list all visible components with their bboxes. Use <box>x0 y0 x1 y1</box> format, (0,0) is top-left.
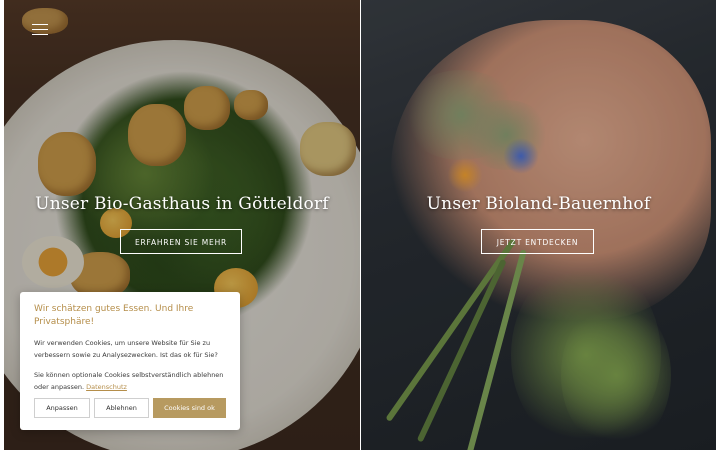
hero-title-restaurant: Unser Bio-Gasthaus in Götteldorf <box>35 194 329 214</box>
hero-panel-farm: Unser Bioland-Bauernhof JETZT ENTDECKEN <box>361 0 716 450</box>
cookie-banner-title: Wir schätzen gutes Essen. Und Ihre Priva… <box>34 303 226 329</box>
hero-title-farm: Unser Bioland-Bauernhof <box>426 194 651 214</box>
cookie-consent-banner: Wir schätzen gutes Essen. Und Ihre Priva… <box>20 292 240 430</box>
reject-cookies-button[interactable]: Ablehnen <box>94 398 149 418</box>
cookie-text-line: Sie können optionale Cookies selbstverst… <box>34 371 224 379</box>
cookie-text-line: oder anpassen. <box>34 383 85 391</box>
learn-more-button[interactable]: ERFAHREN SIE MEHR <box>120 229 242 254</box>
cookie-text-line: Wir verwenden Cookies, um unsere Website… <box>34 339 211 347</box>
cookie-banner-optional-text: Sie können optionale Cookies selbstverst… <box>34 369 226 393</box>
accept-cookies-button[interactable]: Cookies sind ok <box>153 398 226 418</box>
cookie-title-line: Privatsphäre! <box>34 317 95 327</box>
cookie-text-line: verbessern sowie zu Analysezwecken. Ist … <box>34 351 218 359</box>
privacy-policy-link[interactable]: Datenschutz <box>86 383 127 391</box>
image-overlay <box>361 0 716 450</box>
hamburger-menu-icon[interactable] <box>32 24 48 36</box>
discover-now-button[interactable]: JETZT ENTDECKEN <box>481 229 594 254</box>
cookie-banner-text: Wir verwenden Cookies, um unsere Website… <box>34 337 226 361</box>
customize-cookies-button[interactable]: Anpassen <box>34 398 90 418</box>
cookie-title-line: Wir schätzen gutes Essen. Und Ihre <box>34 304 194 314</box>
cookie-actions: Anpassen Ablehnen Cookies sind ok <box>34 398 226 418</box>
